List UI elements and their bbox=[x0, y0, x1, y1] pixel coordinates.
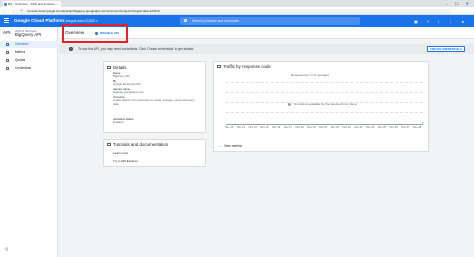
detail-activation-status: Activation status Enabled bbox=[113, 117, 133, 125]
sidebar-item-quotas[interactable]: Quotas bbox=[0, 57, 58, 64]
x-tick-label: Nov 22 bbox=[342, 126, 351, 129]
header-action-icons[interactable]: ▣ ? ! ⋮ ● bbox=[414, 19, 468, 24]
banner-text: To use this API, you may need credential… bbox=[78, 47, 195, 51]
api-name: BigQuery API bbox=[15, 32, 42, 37]
search-icon bbox=[184, 19, 188, 23]
x-tick-label: Nov 20 bbox=[319, 126, 328, 129]
detail-value: A data platform for customers to create,… bbox=[113, 98, 195, 106]
bar-chart-icon bbox=[6, 51, 9, 54]
x-tick-label: Nov 25 bbox=[377, 126, 386, 129]
detail-service-name: Service name bigquery.googleapis.com bbox=[113, 87, 144, 95]
sidebar-item-credentials[interactable]: Credentials bbox=[0, 65, 58, 72]
details-title-text: Details bbox=[113, 65, 127, 70]
x-tick-label: Nov 21 bbox=[330, 126, 339, 129]
x-tick-label: Nov 26 bbox=[389, 126, 398, 129]
x-tick-label: Nov 16 bbox=[272, 126, 281, 129]
y-tick-label: 0 bbox=[422, 122, 424, 125]
learn-more-link[interactable]: Learn more bbox=[113, 151, 128, 155]
api-explorer-link[interactable]: Try in API Explorer bbox=[113, 159, 138, 163]
sidebar-item-label: Overview bbox=[15, 42, 29, 46]
x-tick-label: Nov 23 bbox=[354, 126, 363, 129]
gauge-icon bbox=[6, 59, 9, 62]
no-data-text: No data is available for the selected ti… bbox=[294, 102, 358, 106]
book-icon bbox=[107, 142, 111, 146]
search-placeholder: Search products and resources bbox=[192, 19, 240, 23]
tab-favicon-icon bbox=[4, 2, 7, 6]
detail-by: By Google Enterprise API bbox=[113, 79, 141, 87]
info-icon: ! bbox=[69, 47, 73, 51]
x-tick-label: Nov 17 bbox=[283, 126, 292, 129]
sidebar-item-label: Metrics bbox=[15, 50, 26, 54]
x-tick-label: Nov 13 bbox=[236, 126, 245, 129]
create-credentials-button[interactable]: CREATE CREDENTIALS bbox=[427, 46, 465, 52]
app-title[interactable]: Google Cloud Platform bbox=[14, 15, 64, 27]
chart-x-axis bbox=[226, 124, 423, 125]
sidebar-item-metrics[interactable]: Metrics bbox=[0, 49, 58, 56]
search-input[interactable]: Search products and resources bbox=[180, 17, 360, 25]
x-tick-label: Nov 19 bbox=[307, 126, 316, 129]
key-icon bbox=[6, 67, 9, 70]
window-controls[interactable]: – ☐ ✕ bbox=[446, 1, 472, 6]
x-tick-label: Nov 15 bbox=[260, 126, 269, 129]
api-badge: API bbox=[3, 30, 11, 35]
grid-icon bbox=[6, 43, 9, 46]
gridline bbox=[226, 82, 423, 83]
tutorials-title-text: Tutorials and documentation bbox=[113, 142, 169, 147]
menu-icon[interactable] bbox=[4, 18, 9, 23]
chart-icon bbox=[217, 64, 221, 68]
detail-value: Enabled bbox=[113, 120, 124, 125]
annotation-highlight-box bbox=[62, 24, 128, 43]
chart-subtitle: Requests/sec (1 hr average) bbox=[291, 73, 329, 77]
x-tick-label: Nov 18 bbox=[295, 126, 304, 129]
browser-tab-bar bbox=[0, 0, 474, 7]
address-bar[interactable]: console.cloud.google.com/apis/api/bigque… bbox=[22, 8, 452, 14]
x-tick-label: Nov 12 bbox=[225, 126, 234, 129]
collapse-sidebar-icon[interactable]: ◁| bbox=[4, 246, 8, 251]
browser-tab-title: BQ - Overview – APIs and services – ... bbox=[8, 2, 61, 6]
tutorials-title: Tutorials and documentation bbox=[107, 142, 169, 147]
detail-overview: Overview A data platform for customers t… bbox=[113, 95, 195, 106]
x-tick-label: Nov 14 bbox=[248, 126, 257, 129]
x-tick-label: Nov 27 bbox=[401, 126, 410, 129]
sidebar-item-label: Credentials bbox=[15, 66, 32, 70]
document-icon bbox=[107, 65, 111, 69]
view-metrics-text: View metrics bbox=[224, 144, 243, 148]
detail-name: Name BigQuery API bbox=[113, 71, 130, 79]
sidebar-item-label: Quotas bbox=[15, 58, 26, 62]
traffic-title: Traffic by response code bbox=[217, 64, 271, 69]
sidebar-item-overview[interactable]: Overview bbox=[0, 41, 58, 48]
info-icon bbox=[288, 102, 291, 106]
traffic-title-text: Traffic by response code bbox=[223, 64, 271, 69]
details-title: Details bbox=[107, 65, 127, 70]
no-data-message: No data is available for the selected ti… bbox=[288, 102, 357, 106]
x-tick-label: Nov 28 bbox=[413, 126, 422, 129]
view-metrics-link[interactable]: → View metrics bbox=[217, 143, 242, 148]
arrow-right-icon: → bbox=[217, 143, 221, 148]
gridline bbox=[226, 92, 423, 93]
x-tick-label: Nov 24 bbox=[366, 126, 375, 129]
gridline bbox=[226, 112, 423, 113]
